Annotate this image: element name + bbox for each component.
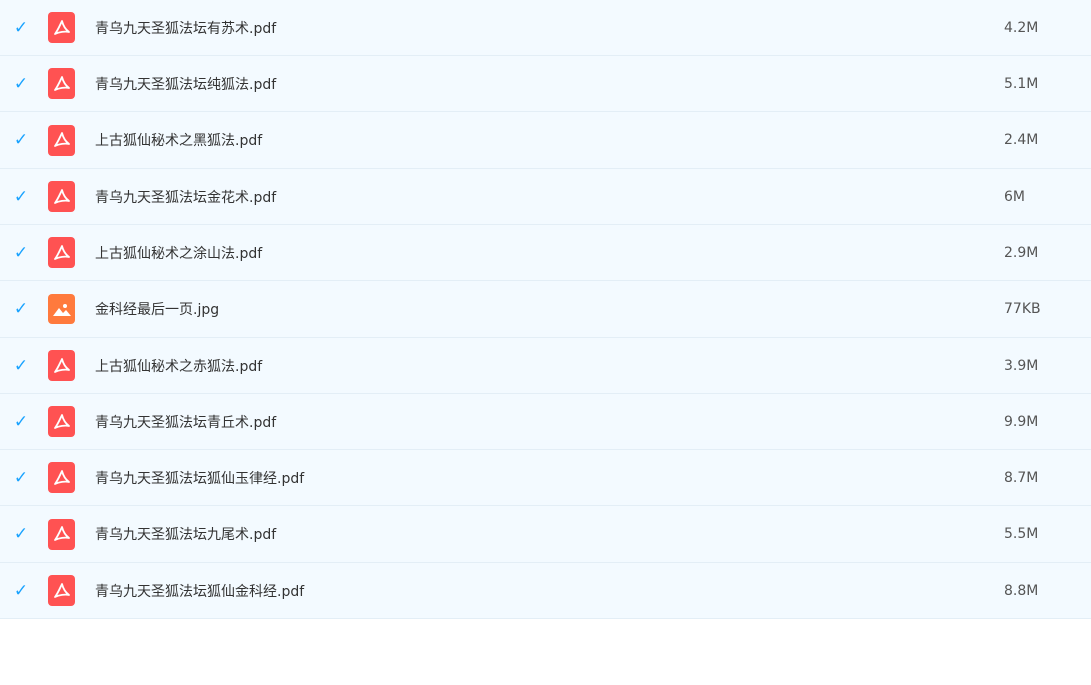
file-row[interactable]: ✓ 青乌九天圣狐法坛金花术.pdf 6M [0, 169, 1091, 225]
checkbox-checked-icon[interactable]: ✓ [12, 413, 30, 431]
file-size: 5.5M [1004, 526, 1039, 542]
pdf-icon [48, 68, 75, 99]
checkbox-checked-icon[interactable]: ✓ [12, 19, 30, 37]
image-icon [48, 294, 75, 324]
file-list: ✓ 青乌九天圣狐法坛有苏术.pdf 4.2M ✓ 青乌九天圣狐法坛纯狐法.pdf… [0, 0, 1091, 619]
checkbox-checked-icon[interactable]: ✓ [12, 75, 30, 93]
file-size: 4.2M [1004, 19, 1039, 36]
pdf-icon [48, 575, 75, 606]
file-row[interactable]: ✓ 青乌九天圣狐法坛狐仙玉律经.pdf 8.7M [0, 450, 1091, 506]
checkbox-checked-icon[interactable]: ✓ [12, 582, 30, 600]
file-name[interactable]: 青乌九天圣狐法坛九尾术.pdf [95, 524, 276, 544]
file-size: 6M [1004, 188, 1025, 205]
checkbox-checked-icon[interactable]: ✓ [12, 469, 30, 487]
file-size: 2.4M [1004, 132, 1039, 148]
file-size: 3.9M [1004, 357, 1039, 374]
file-row[interactable]: ✓ 青乌九天圣狐法坛纯狐法.pdf 5.1M [0, 56, 1091, 112]
file-size: 8.8M [1004, 582, 1039, 599]
file-name[interactable]: 上古狐仙秘术之赤狐法.pdf [95, 356, 262, 376]
file-row[interactable]: ✓ 上古狐仙秘术之涂山法.pdf 2.9M [0, 225, 1091, 281]
file-size: 2.9M [1004, 244, 1039, 261]
file-size: 8.7M [1004, 469, 1039, 486]
pdf-icon [48, 181, 75, 212]
file-row[interactable]: ✓ 青乌九天圣狐法坛狐仙金科经.pdf 8.8M [0, 563, 1091, 619]
pdf-icon [48, 406, 75, 437]
pdf-icon [48, 350, 75, 381]
file-size: 77KB [1004, 301, 1041, 317]
checkbox-checked-icon[interactable]: ✓ [12, 525, 30, 543]
checkbox-checked-icon[interactable]: ✓ [12, 357, 30, 375]
pdf-icon [48, 462, 75, 493]
file-row[interactable]: ✓ 青乌九天圣狐法坛有苏术.pdf 4.2M [0, 0, 1091, 56]
pdf-icon [48, 124, 75, 156]
file-name[interactable]: 青乌九天圣狐法坛有苏术.pdf [95, 18, 276, 38]
pdf-icon [48, 12, 75, 43]
file-name[interactable]: 青乌九天圣狐法坛狐仙金科经.pdf [95, 581, 304, 601]
checkbox-checked-icon[interactable]: ✓ [12, 244, 30, 262]
file-name[interactable]: 青乌九天圣狐法坛狐仙玉律经.pdf [95, 468, 304, 488]
file-name[interactable]: 青乌九天圣狐法坛纯狐法.pdf [95, 74, 276, 94]
file-row[interactable]: ✓ 上古狐仙秘术之赤狐法.pdf 3.9M [0, 338, 1091, 394]
file-row[interactable]: ✓ 青乌九天圣狐法坛九尾术.pdf 5.5M [0, 506, 1091, 563]
file-row[interactable]: ✓ 青乌九天圣狐法坛青丘术.pdf 9.9M [0, 394, 1091, 450]
file-size: 5.1M [1004, 75, 1039, 92]
file-row[interactable]: ✓ 金科经最后一页.jpg 77KB [0, 281, 1091, 338]
pdf-icon [48, 237, 75, 268]
file-row[interactable]: ✓ 上古狐仙秘术之黑狐法.pdf 2.4M [0, 112, 1091, 169]
pdf-icon [48, 518, 75, 550]
checkbox-checked-icon[interactable]: ✓ [12, 131, 30, 149]
checkbox-checked-icon[interactable]: ✓ [12, 188, 30, 206]
file-name[interactable]: 青乌九天圣狐法坛金花术.pdf [95, 187, 276, 207]
file-name[interactable]: 金科经最后一页.jpg [95, 299, 219, 319]
checkbox-checked-icon[interactable]: ✓ [12, 300, 30, 318]
file-name[interactable]: 青乌九天圣狐法坛青丘术.pdf [95, 412, 276, 432]
file-name[interactable]: 上古狐仙秘术之涂山法.pdf [95, 243, 262, 263]
file-name[interactable]: 上古狐仙秘术之黑狐法.pdf [95, 130, 262, 150]
file-size: 9.9M [1004, 413, 1039, 430]
